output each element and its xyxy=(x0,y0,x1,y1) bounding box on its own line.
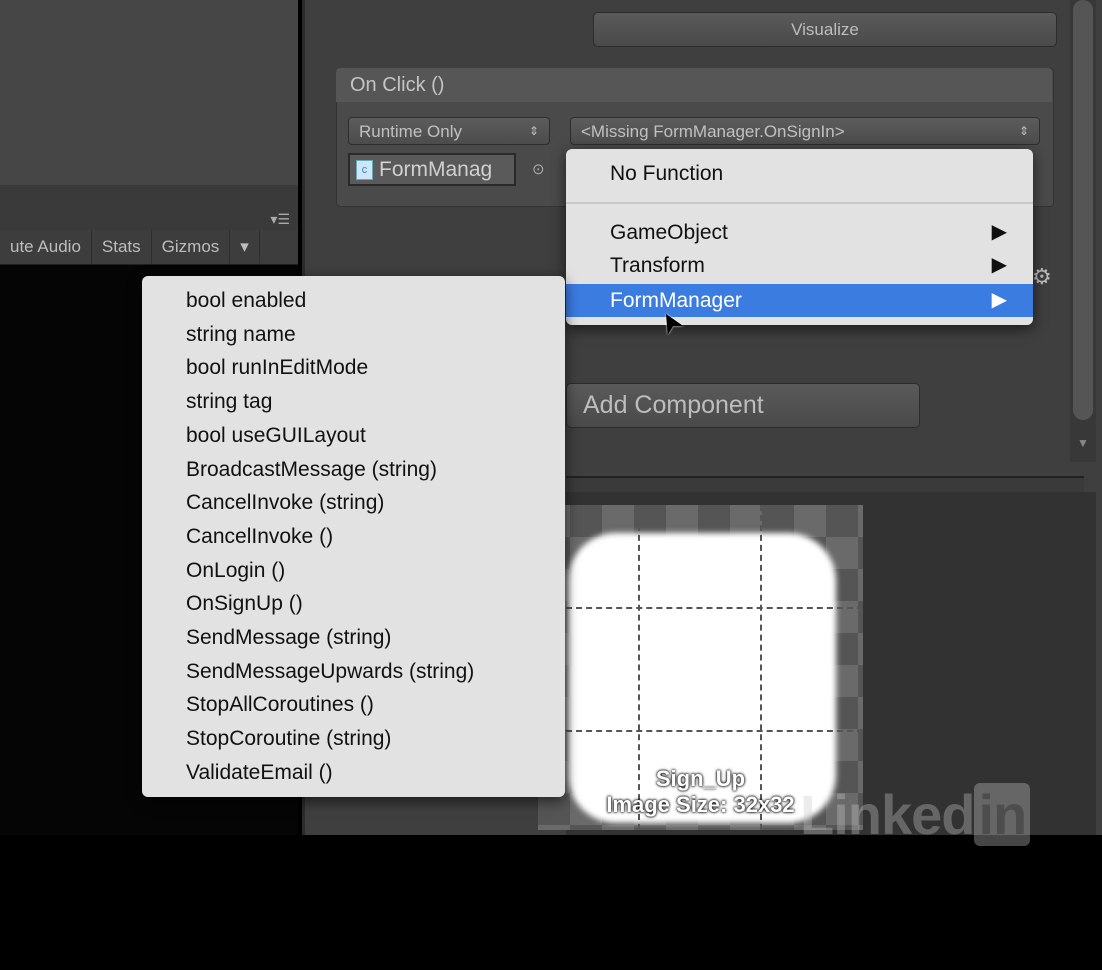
submenu-item[interactable]: CancelInvoke (string) xyxy=(142,486,565,520)
menu-separator xyxy=(566,202,1033,204)
gizmos-button[interactable]: Gizmos xyxy=(152,230,231,264)
function-menu: No Function GameObject ▶ Transform ▶ FormM… xyxy=(566,149,1033,325)
submenu-item[interactable]: string name xyxy=(142,318,565,352)
function-value: <Missing FormManager.OnSignIn> xyxy=(581,122,845,141)
menu-item-gameobject[interactable]: GameObject ▶ xyxy=(566,216,1033,249)
submenu-item[interactable]: bool runInEditMode xyxy=(142,351,565,385)
runtime-value: Runtime Only xyxy=(359,122,462,141)
panel-menu-icon[interactable]: ▾☰ xyxy=(270,211,290,228)
stats-button[interactable]: Stats xyxy=(92,230,152,264)
menu-item-transform[interactable]: Transform ▶ xyxy=(566,249,1033,282)
object-value: FormManag xyxy=(379,157,493,181)
submenu-arrow-icon: ▶ xyxy=(991,289,1007,311)
menu-item-formmanager[interactable]: FormManager ▶ xyxy=(566,284,1033,317)
submenu-item[interactable]: bool useGUILayout xyxy=(142,419,565,453)
scene-panel xyxy=(0,0,298,185)
submenu-item[interactable]: OnSignUp () xyxy=(142,587,565,621)
submenu-item[interactable]: ValidateEmail () xyxy=(142,756,565,790)
visualize-button[interactable]: Visualize xyxy=(593,12,1057,47)
scroll-down-icon[interactable]: ▼ xyxy=(1077,436,1089,450)
object-field[interactable]: c FormManag xyxy=(348,153,516,186)
submenu-item[interactable]: bool enabled xyxy=(142,284,565,318)
add-component-button[interactable]: Add Component xyxy=(566,383,920,428)
submenu-item[interactable]: StopCoroutine (string) xyxy=(142,722,565,756)
submenu-item[interactable]: SendMessageUpwards (string) xyxy=(142,655,565,689)
game-toolbar: ute Audio Stats Gizmos ▾ xyxy=(0,230,298,265)
object-picker-icon[interactable]: ⊙ xyxy=(532,160,548,178)
panel-gap: ▾☰ xyxy=(0,185,298,230)
script-icon: c xyxy=(356,159,373,180)
mute-audio-button[interactable]: ute Audio xyxy=(0,230,92,264)
menu-item-no-function[interactable]: No Function xyxy=(566,157,1033,190)
submenu-item[interactable]: SendMessage (string) xyxy=(142,621,565,655)
submenu-item[interactable]: BroadcastMessage (string) xyxy=(142,453,565,487)
submenu-item[interactable]: string tag xyxy=(142,385,565,419)
submenu-arrow-icon: ▶ xyxy=(991,254,1007,276)
gizmos-dropdown-icon[interactable]: ▾ xyxy=(230,230,260,264)
formmanager-submenu: bool enabled string name bool runInEditMod… xyxy=(142,276,565,797)
linkedin-watermark: Linkedin xyxy=(800,782,1031,847)
onclick-title: On Click () xyxy=(336,68,1052,102)
updown-icon: ⇕ xyxy=(1018,124,1029,138)
submenu-item[interactable]: StopAllCoroutines () xyxy=(142,688,565,722)
submenu-item[interactable]: CancelInvoke () xyxy=(142,520,565,554)
updown-icon: ⇕ xyxy=(528,124,539,138)
runtime-dropdown[interactable]: Runtime Only ⇕ xyxy=(348,117,550,145)
submenu-item[interactable]: OnLogin () xyxy=(142,554,565,588)
inspector-scrollbar[interactable]: ▼ xyxy=(1070,0,1096,462)
submenu-arrow-icon: ▶ xyxy=(991,221,1007,243)
function-dropdown[interactable]: <Missing FormManager.OnSignIn> ⇕ xyxy=(570,117,1040,145)
gear-icon[interactable]: ⚙ xyxy=(1032,264,1052,290)
